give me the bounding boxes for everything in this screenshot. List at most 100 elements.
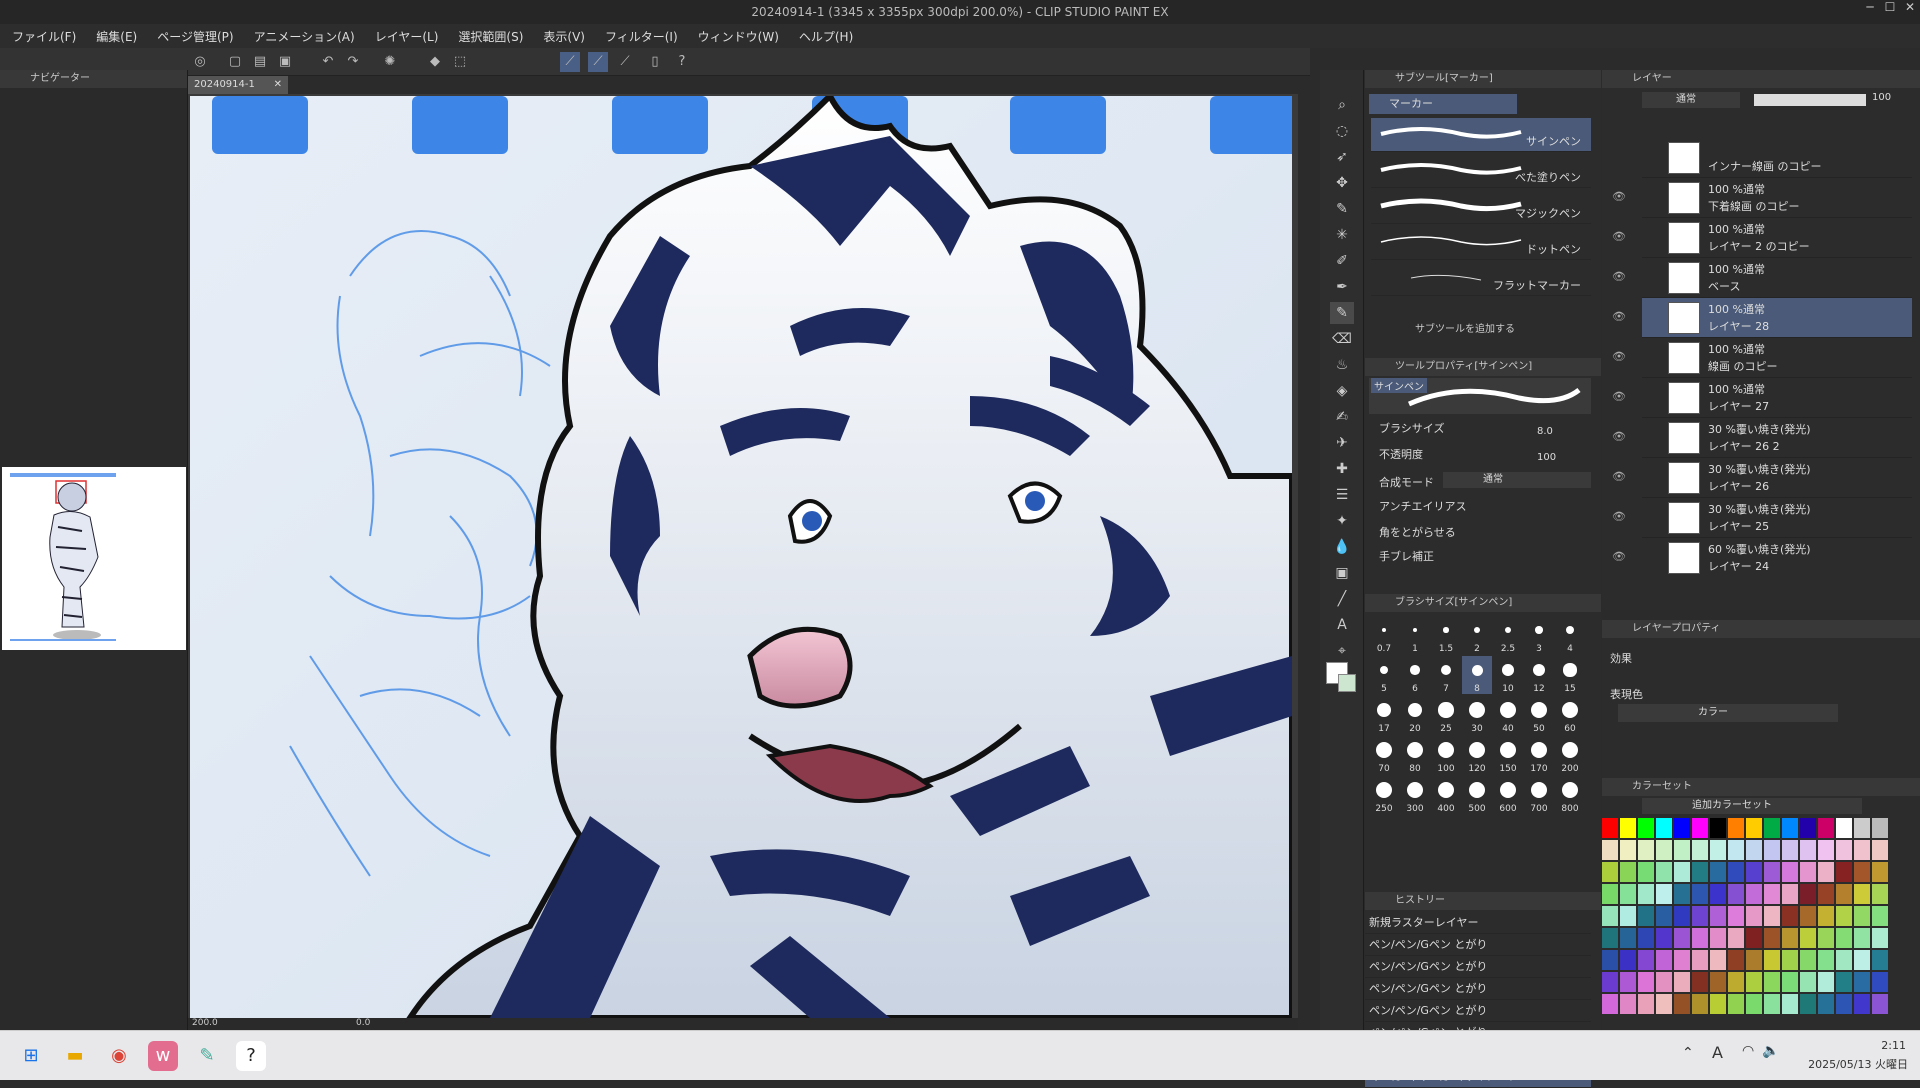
color-swatch[interactable] [1620, 994, 1636, 1014]
color-swatch[interactable] [1800, 928, 1816, 948]
brush-size-cell[interactable]: 1 [1400, 616, 1430, 654]
visibility-eye-icon[interactable]: 👁 [1612, 390, 1626, 403]
color-swatch[interactable] [1692, 818, 1708, 838]
brush-size-cell[interactable]: 60 [1555, 696, 1585, 734]
brush-size-cell[interactable]: 700 [1524, 776, 1554, 814]
color-swatch[interactable] [1620, 972, 1636, 992]
color-swatch[interactable] [1674, 928, 1690, 948]
brush-size-value[interactable]: 8.0 [1537, 426, 1553, 437]
brush-size-cell[interactable]: 600 [1493, 776, 1523, 814]
color-swatch[interactable] [1836, 928, 1852, 948]
visibility-eye-icon[interactable]: 👁 [1612, 230, 1626, 243]
brush-size-cell[interactable]: 15 [1555, 656, 1585, 694]
color-swatch[interactable] [1800, 884, 1816, 904]
color-swatch[interactable] [1710, 994, 1726, 1014]
color-swatch[interactable] [1602, 994, 1618, 1014]
layer-row[interactable]: インナー線画 のコピー [1642, 138, 1912, 178]
layer-row[interactable]: 👁 30 %覆い焼き(発光) レイヤー 26 [1612, 458, 1912, 498]
color-swatch[interactable] [1818, 862, 1834, 882]
color-swatch[interactable] [1710, 972, 1726, 992]
color-swatch[interactable] [1620, 906, 1636, 926]
history-item[interactable]: ペン/ペン/Gペン とがり [1365, 956, 1591, 978]
color-swatch[interactable] [1746, 840, 1762, 860]
history-item[interactable]: ペン/ペン/Gペン とがり [1365, 1000, 1591, 1022]
color-swatch[interactable] [1728, 950, 1744, 970]
visibility-eye-icon[interactable]: 👁 [1612, 190, 1626, 203]
color-swatch[interactable] [1746, 862, 1762, 882]
color-swatch[interactable] [1818, 928, 1834, 948]
opacity-value[interactable]: 100 [1537, 452, 1556, 463]
color-swatch[interactable] [1620, 840, 1636, 860]
color-swatch[interactable] [1692, 994, 1708, 1014]
color-swatch[interactable] [1692, 862, 1708, 882]
color-swatch[interactable] [1818, 994, 1834, 1014]
text-tool-icon[interactable]: A [1330, 614, 1354, 636]
brush-size-cell[interactable]: 0.7 [1369, 616, 1399, 654]
visibility-eye-icon[interactable]: 👁 [1612, 550, 1626, 563]
color-swatch[interactable] [1746, 906, 1762, 926]
color-swatch[interactable] [1854, 884, 1870, 904]
color-swatch[interactable] [1872, 840, 1888, 860]
redo-icon[interactable]: ↷ [343, 52, 363, 72]
visibility-eye-icon[interactable]: 👁 [1612, 470, 1626, 483]
layer-row[interactable]: 👁 100 %通常 線画 のコピー [1612, 338, 1912, 378]
drop-icon[interactable]: 💧 [1330, 536, 1354, 558]
brush-icon[interactable]: ✍ [1330, 406, 1354, 428]
brush-size-cell[interactable]: 20 [1400, 696, 1430, 734]
color-swatch[interactable] [1692, 972, 1708, 992]
color-swatch[interactable] [1800, 994, 1816, 1014]
color-swatch[interactable] [1872, 972, 1888, 992]
color-swatch[interactable] [1638, 950, 1654, 970]
history-item[interactable]: ペン/ペン/Gペン とがり [1365, 934, 1591, 956]
frame-icon[interactable]: ▣ [1330, 562, 1354, 584]
color-swatch[interactable] [1746, 818, 1762, 838]
maximize-icon[interactable]: ☐ [1880, 0, 1900, 24]
layer-row[interactable]: 👁 100 %通常 ベース [1612, 258, 1912, 298]
brush-size-cell[interactable]: 8 [1462, 656, 1492, 694]
snap-special-ruler-icon[interactable]: ⟋ [588, 52, 608, 72]
color-swatch[interactable] [1764, 884, 1780, 904]
sub-color-swatch[interactable] [1338, 674, 1356, 692]
tray-chevron-icon[interactable]: ⌃ [1682, 1045, 1694, 1061]
color-swatch[interactable] [1854, 840, 1870, 860]
minimize-icon[interactable]: ─ [1860, 0, 1880, 24]
color-swatch[interactable] [1836, 950, 1852, 970]
color-swatch[interactable] [1620, 928, 1636, 948]
file-explorer-icon[interactable]: ▬ [60, 1041, 90, 1071]
color-swatch[interactable] [1836, 906, 1852, 926]
brush-size-cell[interactable]: 6 [1400, 656, 1430, 694]
close-tab-icon[interactable]: ✕ [274, 76, 282, 94]
color-swatch[interactable] [1836, 994, 1852, 1014]
color-swatch[interactable] [1620, 862, 1636, 882]
object-icon[interactable]: ⌖ [1330, 640, 1354, 662]
color-swatch[interactable] [1674, 972, 1690, 992]
color-swatch[interactable] [1674, 950, 1690, 970]
color-swatch[interactable] [1836, 818, 1852, 838]
color-swatch[interactable] [1872, 950, 1888, 970]
layer-opacity-value[interactable]: 100 [1872, 92, 1891, 103]
color-swatch[interactable] [1764, 818, 1780, 838]
operation-tool-icon[interactable]: ➶ [1330, 146, 1354, 168]
color-swatch[interactable] [1674, 994, 1690, 1014]
layer-row[interactable]: 👁 100 %通常 レイヤー 2 のコピー [1612, 218, 1912, 258]
color-swatch[interactable] [1800, 972, 1816, 992]
color-swatch[interactable] [1836, 862, 1852, 882]
snap-grid-icon[interactable]: ⟋ [615, 52, 635, 72]
brush-size-cell[interactable]: 70 [1369, 736, 1399, 774]
color-swatch[interactable] [1602, 840, 1618, 860]
menu-window[interactable]: ウィンドウ(W) [698, 28, 779, 45]
color-swatch[interactable] [1800, 906, 1816, 926]
color-swatch[interactable] [1638, 818, 1654, 838]
chrome-icon[interactable]: ◉ [104, 1041, 134, 1071]
sharp-corner-checkbox[interactable]: 角をとがらせる [1379, 524, 1456, 540]
magic-wand-icon[interactable]: ✳ [1330, 224, 1354, 246]
color-swatch[interactable] [1656, 994, 1672, 1014]
ruler-icon[interactable]: ▯ [645, 52, 665, 72]
color-swatch[interactable] [1728, 884, 1744, 904]
color-swatch[interactable] [1782, 972, 1798, 992]
color-swatch[interactable] [1872, 928, 1888, 948]
brush-size-cell[interactable]: 120 [1462, 736, 1492, 774]
color-swatch[interactable] [1764, 862, 1780, 882]
color-swatch[interactable] [1692, 840, 1708, 860]
color-swatch[interactable] [1602, 906, 1618, 926]
